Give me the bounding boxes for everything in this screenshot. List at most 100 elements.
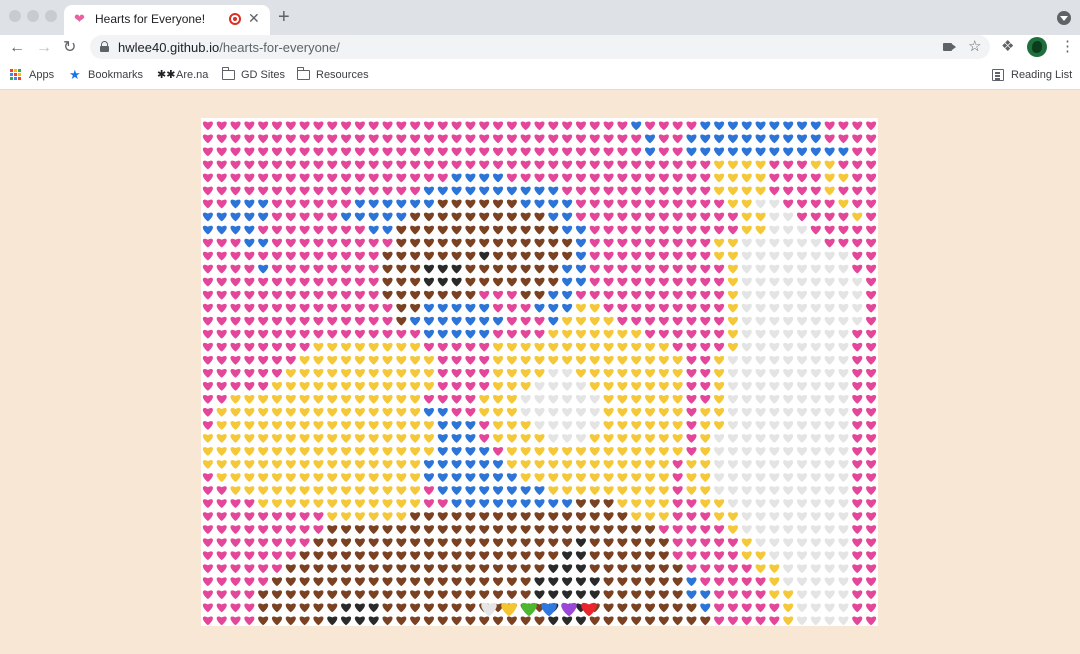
heart-swatch-button[interactable] — [539, 597, 559, 617]
profile-avatar[interactable] — [1027, 37, 1047, 57]
back-button[interactable]: ← — [9, 38, 25, 58]
heart-cell — [741, 499, 752, 508]
close-window-button[interactable] — [9, 10, 21, 22]
heart-cell — [520, 160, 531, 170]
heart-cell — [769, 616, 780, 626]
heart-cell — [575, 525, 586, 535]
heart-cell — [410, 342, 421, 352]
heart-cell — [603, 486, 614, 495]
heart-swatch-button[interactable] — [499, 597, 519, 617]
heart-cell — [382, 460, 393, 469]
heart-cell — [575, 473, 586, 482]
heart-cell — [520, 329, 531, 339]
heart-cell — [658, 160, 669, 170]
heart-cell — [216, 603, 227, 613]
heart-cell — [603, 199, 614, 209]
heart-cell — [534, 342, 545, 352]
heart-cell — [437, 134, 448, 144]
heart-cell — [534, 277, 545, 287]
heart-cell — [465, 121, 476, 131]
heart-cell — [644, 434, 656, 443]
heart-cell — [327, 277, 338, 287]
heart-cell — [258, 408, 269, 417]
heart-cell — [396, 368, 407, 378]
tab-search-button[interactable] — [1057, 11, 1071, 25]
heart-cell — [769, 147, 780, 157]
heart-cell — [686, 512, 697, 522]
heart-cell — [617, 134, 628, 144]
heart-cell — [727, 395, 738, 404]
heart-cell — [451, 121, 462, 131]
tab-active[interactable]: ❤ Hearts for Everyone! ✕ — [64, 5, 270, 35]
heart-cell — [644, 212, 656, 222]
heart-cell — [271, 577, 283, 587]
heart-cell — [617, 368, 628, 378]
heart-cell — [727, 551, 738, 561]
heart-cell — [672, 512, 683, 522]
heart-cell — [548, 564, 559, 574]
forward-button[interactable]: → — [36, 38, 52, 58]
heart-cell — [700, 473, 711, 482]
heart-cell — [769, 264, 780, 274]
heart-cell — [658, 564, 669, 574]
heart-cell — [520, 199, 531, 209]
reload-button[interactable]: ↻ — [63, 38, 76, 58]
heart-cell — [271, 551, 283, 561]
heart-mosaic-canvas[interactable] — [201, 118, 878, 626]
heart-cell — [783, 395, 794, 404]
heart-cell — [769, 499, 780, 508]
close-icon[interactable]: ✕ — [248, 10, 260, 26]
heart-swatch-button[interactable] — [559, 597, 579, 617]
heart-cell — [396, 316, 407, 326]
heart-cell — [244, 251, 255, 261]
heart-cell — [796, 277, 808, 287]
url-text[interactable]: hwlee40.github.io/hearts-for-everyone/ — [118, 40, 340, 55]
heart-cell — [396, 590, 407, 600]
heart-swatch-button[interactable] — [479, 597, 499, 617]
heart-cell — [216, 551, 227, 561]
heart-cell — [299, 616, 310, 626]
heart-cell — [644, 382, 656, 391]
heart-swatch-button[interactable] — [579, 597, 599, 617]
extensions-puzzle-icon[interactable]: ❖ — [1001, 38, 1014, 56]
new-tab-button[interactable]: + — [278, 6, 290, 28]
heart-cell — [672, 473, 683, 482]
minimize-window-button[interactable] — [27, 10, 39, 22]
heart-cell — [672, 147, 683, 157]
heart-cell — [230, 473, 241, 482]
heart-cell — [368, 512, 379, 522]
heart-cell — [714, 134, 725, 144]
heart-cell — [479, 447, 490, 456]
heart-cell — [520, 382, 531, 391]
camera-icon[interactable] — [943, 43, 956, 51]
heart-cell — [271, 564, 283, 574]
heart-cell — [644, 329, 656, 339]
heart-cell — [258, 134, 269, 144]
heart-cell — [258, 212, 269, 222]
heart-cell — [810, 564, 821, 574]
heart-cell — [672, 329, 683, 339]
heart-cell — [396, 264, 407, 274]
address-bar[interactable]: hwlee40.github.io/hearts-for-everyone/ ☆ — [90, 35, 990, 59]
zoom-window-button[interactable] — [45, 10, 57, 22]
heart-cell — [562, 329, 573, 339]
heart-cell — [396, 212, 407, 222]
heart-cell — [506, 329, 517, 339]
heart-cell — [341, 238, 352, 248]
heart-cell — [465, 486, 476, 495]
bookmark-label: Resources — [316, 69, 369, 81]
heart-cell — [589, 160, 600, 170]
heart-cell — [423, 186, 435, 196]
heart-cell — [354, 473, 365, 482]
heart-cell — [575, 186, 586, 196]
lock-icon[interactable] — [100, 41, 109, 52]
heart-cell — [313, 486, 324, 495]
heart-swatch-button[interactable] — [519, 597, 539, 617]
heart-cell — [244, 499, 255, 508]
heart-cell — [216, 251, 227, 261]
heart-cell — [796, 447, 808, 456]
heart-cell — [313, 525, 324, 535]
heart-cell — [465, 134, 476, 144]
bookmark-star-icon[interactable]: ☆ — [968, 38, 981, 56]
kebab-menu-icon[interactable]: ⋮ — [1060, 38, 1075, 56]
